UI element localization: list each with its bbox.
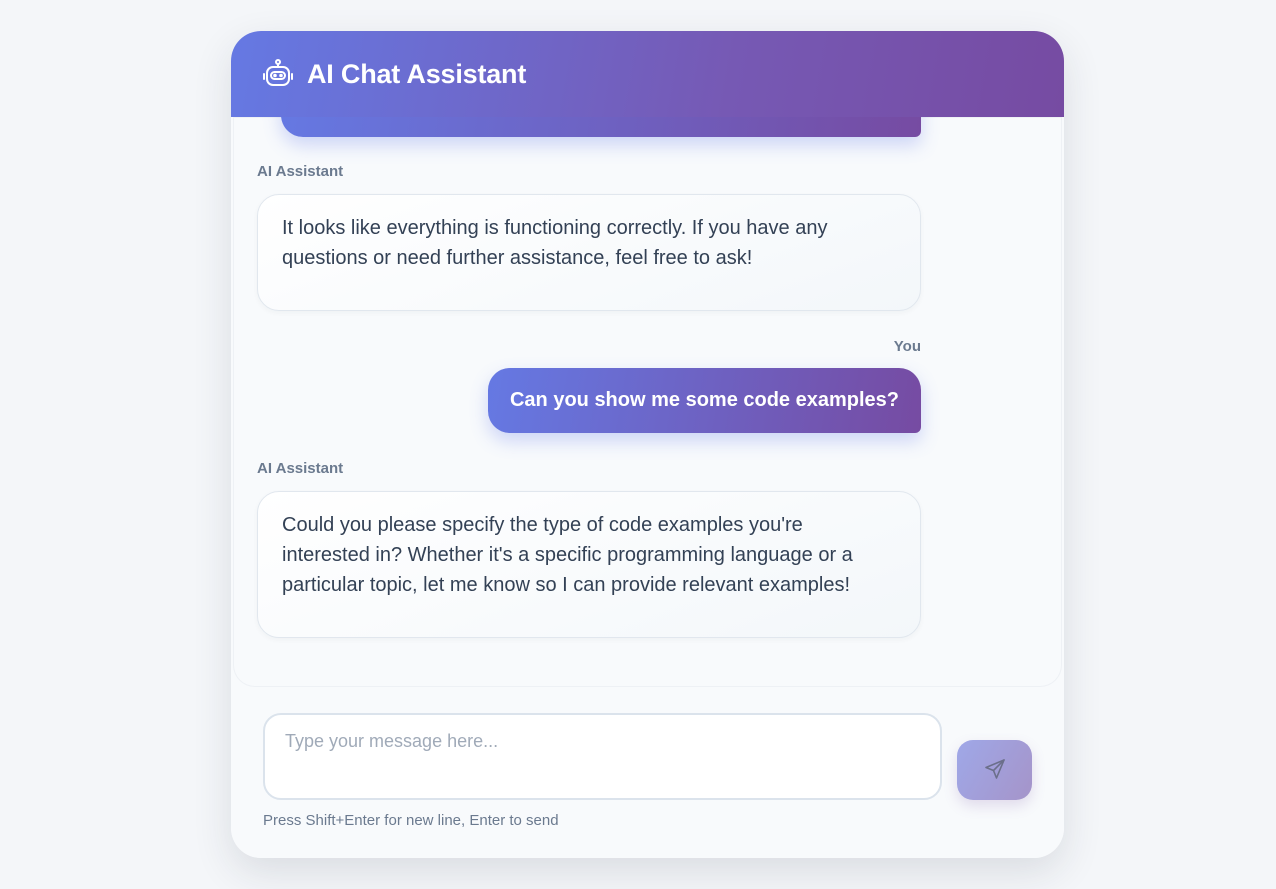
input-area: Press Shift+Enter for new line, Enter to… bbox=[231, 687, 1064, 858]
sender-label: You bbox=[893, 338, 921, 355]
robot-icon bbox=[261, 57, 295, 91]
chat-window: AI Chat Assistant AI Assistant It looks … bbox=[231, 31, 1064, 858]
message-input[interactable] bbox=[263, 713, 942, 800]
header-title: AI Chat Assistant bbox=[307, 58, 527, 89]
user-message-bubble-partial bbox=[281, 117, 921, 137]
ai-message-bubble: It looks like everything is functioning … bbox=[257, 194, 921, 311]
send-icon bbox=[983, 757, 1007, 784]
chat-header: AI Chat Assistant bbox=[231, 31, 1064, 117]
sender-label: AI Assistant bbox=[257, 460, 344, 477]
input-hint: Press Shift+Enter for new line, Enter to… bbox=[263, 812, 559, 829]
sender-label: AI Assistant bbox=[257, 163, 344, 180]
message-list[interactable]: AI Assistant It looks like everything is… bbox=[233, 117, 1062, 687]
send-button[interactable] bbox=[957, 740, 1032, 800]
user-message-bubble: Can you show me some code examples? bbox=[487, 368, 921, 433]
ai-message-bubble: Could you please specify the type of cod… bbox=[257, 491, 921, 638]
